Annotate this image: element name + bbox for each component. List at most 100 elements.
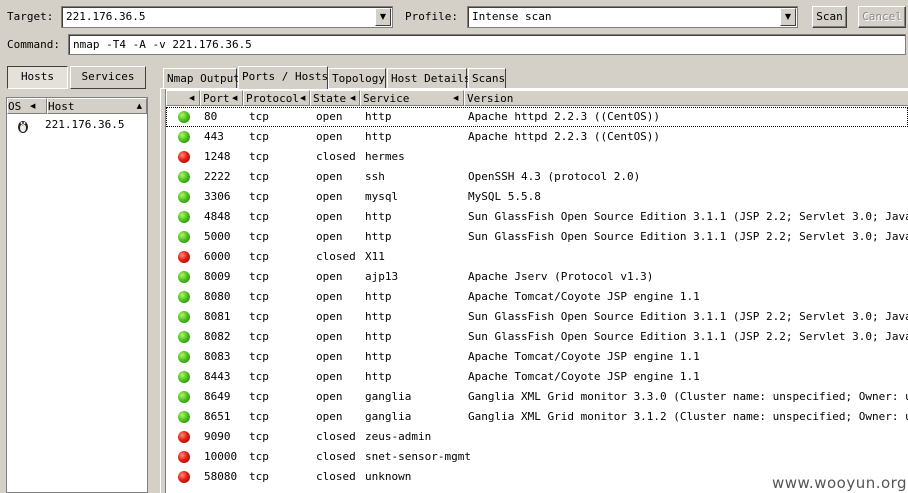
sort-arrow-icon: ◀ bbox=[300, 94, 306, 102]
sort-arrow-icon: ◀ bbox=[453, 94, 459, 102]
cell-version: Ganglia XML Grid monitor 3.1.2 (Cluster … bbox=[468, 410, 908, 423]
cell-version: Apache Jserv (Protocol v1.3) bbox=[468, 270, 654, 283]
col-header-port[interactable]: Port ◀ bbox=[200, 90, 243, 106]
target-input[interactable]: 221.176.36.5 ▼ bbox=[61, 6, 393, 28]
target-label: Target: bbox=[7, 10, 54, 23]
table-row[interactable]: 6000 tcp closed X11 bbox=[166, 247, 908, 267]
table-row[interactable]: 8443 tcp open http Apache Tomcat/Coyote JSP … bbox=[166, 367, 908, 387]
target-dropdown-chevron-icon[interactable]: ▼ bbox=[375, 8, 391, 26]
port-open-status-icon bbox=[178, 171, 190, 183]
cell-port: 8649 bbox=[204, 390, 231, 403]
cell-version: Sun GlassFish Open Source Edition 3.1.1 … bbox=[468, 230, 908, 243]
cell-version: OpenSSH 4.3 (protocol 2.0) bbox=[468, 170, 641, 183]
scan-button[interactable]: Scan bbox=[812, 6, 847, 28]
tab-topology[interactable]: Topology bbox=[328, 68, 386, 88]
cell-service: X11 bbox=[365, 250, 385, 263]
table-row[interactable]: 9090 tcp closed zeus-admin bbox=[166, 427, 908, 447]
table-row[interactable]: 8649 tcp open ganglia Ganglia XML Grid monit… bbox=[166, 387, 908, 407]
hosts-toggle-button[interactable]: Hosts bbox=[7, 66, 68, 89]
table-row[interactable]: 443 tcp open http Apache httpd 2.2.3 ((CentO… bbox=[166, 127, 908, 147]
profile-dropdown-chevron-icon[interactable]: ▼ bbox=[780, 8, 796, 26]
table-row[interactable]: 8080 tcp open http Apache Tomcat/Coyote JSP … bbox=[166, 287, 908, 307]
table-row[interactable]: 3306 tcp open mysql MySQL 5.5.8 bbox=[166, 187, 908, 207]
table-row[interactable]: 5000 tcp open http Sun GlassFish Open Source… bbox=[166, 227, 908, 247]
col-header-state[interactable]: State ◀ bbox=[310, 90, 360, 106]
table-row[interactable]: 1248 tcp closed hermes bbox=[166, 147, 908, 167]
cell-port: 8082 bbox=[204, 330, 231, 343]
cell-port: 8083 bbox=[204, 350, 231, 363]
table-row[interactable]: 8081 tcp open http Sun GlassFish Open Source… bbox=[166, 307, 908, 327]
port-open-status-icon bbox=[178, 131, 190, 143]
tab-host-details[interactable]: Host Details bbox=[387, 68, 470, 88]
col-header-host[interactable]: Host ▲ bbox=[47, 98, 147, 114]
command-input[interactable]: nmap -T4 -A -v 221.176.36.5 bbox=[68, 34, 906, 55]
cell-protocol: tcp bbox=[249, 470, 269, 483]
cell-protocol: tcp bbox=[249, 450, 269, 463]
port-closed-status-icon bbox=[178, 151, 190, 163]
col-header-service[interactable]: Service ◀ bbox=[360, 90, 464, 106]
cell-port: 1248 bbox=[204, 150, 231, 163]
sort-arrow-icon: ◀ bbox=[350, 94, 356, 102]
table-row[interactable]: 8082 tcp open http Sun GlassFish Open Source… bbox=[166, 327, 908, 347]
cell-port: 8081 bbox=[204, 310, 231, 323]
port-open-status-icon bbox=[178, 211, 190, 223]
table-row[interactable]: 2222 tcp open ssh OpenSSH 4.3 (protocol 2.0) bbox=[166, 167, 908, 187]
table-row[interactable]: 10000 tcp closed snet-sensor-mgmt bbox=[166, 447, 908, 467]
sort-arrow-icon: ◀ bbox=[189, 94, 195, 102]
cell-port: 10000 bbox=[204, 450, 238, 463]
cell-port: 9090 bbox=[204, 430, 231, 443]
col-header-service-label: Service bbox=[363, 92, 410, 105]
host-list-item[interactable]: 221.176.36.5 bbox=[7, 116, 147, 136]
cell-state: open bbox=[316, 270, 343, 283]
cell-state: open bbox=[316, 130, 343, 143]
sort-arrow-icon: ◀ bbox=[232, 94, 238, 102]
cell-service: unknown bbox=[365, 470, 412, 483]
cell-protocol: tcp bbox=[249, 150, 269, 163]
cell-version: Apache Tomcat/Coyote JSP engine 1.1 bbox=[468, 290, 700, 303]
port-open-status-icon bbox=[178, 231, 190, 243]
cancel-button[interactable]: Cancel bbox=[858, 6, 906, 28]
col-header-os[interactable]: OS ◀ bbox=[7, 98, 47, 114]
cell-protocol: tcp bbox=[249, 350, 269, 363]
port-open-status-icon bbox=[178, 111, 190, 123]
cell-service: hermes bbox=[365, 150, 405, 163]
table-row[interactable]: 4848 tcp open http Sun GlassFish Open Source… bbox=[166, 207, 908, 227]
table-row[interactable]: 8009 tcp open ajp13 Apache Jserv (Protocol v… bbox=[166, 267, 908, 287]
table-row[interactable]: 8083 tcp open http Apache Tomcat/Coyote JSP … bbox=[166, 347, 908, 367]
cell-service: http bbox=[365, 310, 392, 323]
table-row[interactable]: 80 tcp open http Apache httpd 2.2.3 ((CentOS… bbox=[166, 107, 908, 127]
cell-state: open bbox=[316, 310, 343, 323]
cell-port: 3306 bbox=[204, 190, 231, 203]
col-header-os-label: OS bbox=[8, 100, 22, 113]
col-header-status[interactable]: ◀ bbox=[166, 90, 200, 106]
profile-select[interactable]: Intense scan ▼ bbox=[467, 6, 798, 28]
services-toggle-button[interactable]: Services bbox=[70, 66, 146, 89]
profile-select-value: Intense scan bbox=[472, 10, 552, 23]
cell-port: 6000 bbox=[204, 250, 231, 263]
tab-nmap-output[interactable]: Nmap Output bbox=[163, 68, 240, 88]
cell-protocol: tcp bbox=[249, 190, 269, 203]
col-header-version-label: Version bbox=[467, 92, 514, 105]
cell-service: http bbox=[365, 290, 392, 303]
port-open-status-icon bbox=[178, 391, 190, 403]
col-header-port-label: Port bbox=[203, 92, 230, 105]
col-header-version[interactable]: Version bbox=[464, 90, 908, 106]
tab-scans[interactable]: Scans bbox=[468, 68, 506, 88]
col-header-protocol-label: Protocol bbox=[246, 92, 299, 105]
cell-state: closed bbox=[316, 450, 356, 463]
cell-service: http bbox=[365, 210, 392, 223]
cell-state: open bbox=[316, 370, 343, 383]
cell-service: ajp13 bbox=[365, 270, 399, 283]
cell-service: zeus-admin bbox=[365, 430, 432, 443]
cell-version: Sun GlassFish Open Source Edition 3.1.1 … bbox=[468, 210, 908, 223]
table-row[interactable]: 8651 tcp open ganglia Ganglia XML Grid monit… bbox=[166, 407, 908, 427]
sort-arrow-icon: ◀ bbox=[30, 102, 36, 110]
cell-port: 443 bbox=[204, 130, 224, 143]
cell-protocol: tcp bbox=[249, 250, 269, 263]
cell-protocol: tcp bbox=[249, 230, 269, 243]
col-header-protocol[interactable]: Protocol ◀ bbox=[243, 90, 310, 106]
tab-ports-hosts[interactable]: Ports / Hosts bbox=[238, 66, 328, 89]
cell-state: open bbox=[316, 390, 343, 403]
cell-version: Sun GlassFish Open Source Edition 3.1.1 … bbox=[468, 330, 908, 343]
port-open-status-icon bbox=[178, 291, 190, 303]
